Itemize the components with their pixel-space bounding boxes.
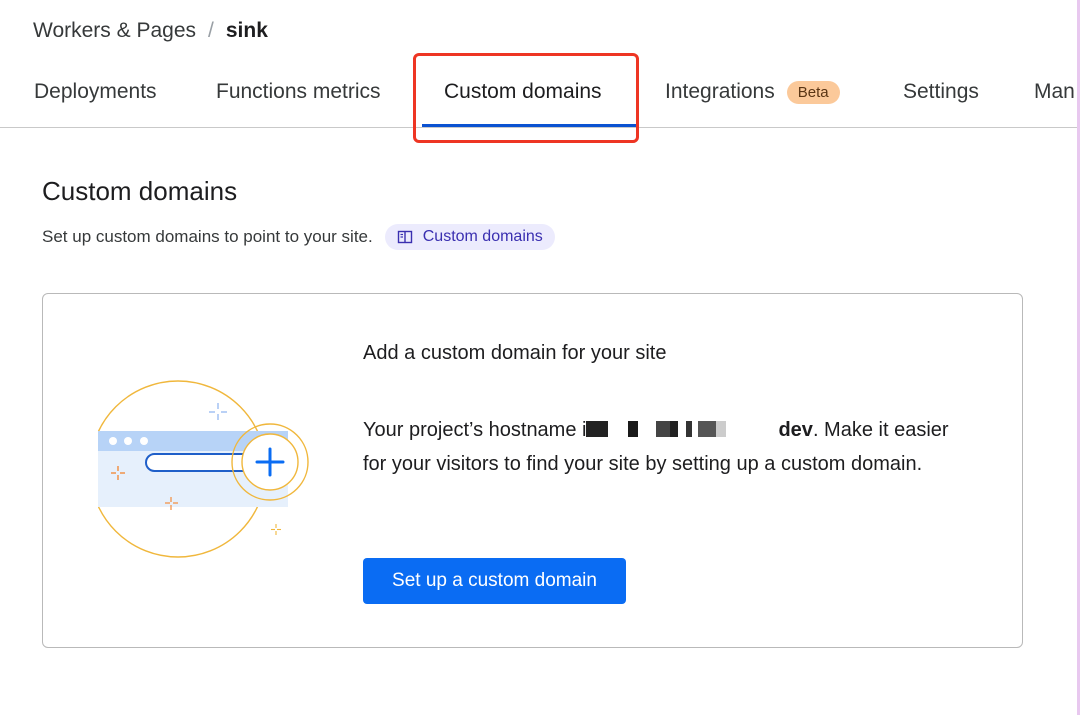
annotation-highlight-box — [413, 53, 639, 143]
card-body: Your project’s hostname i dev. Make it ea… — [363, 413, 963, 481]
tab-deployments[interactable]: Deployments — [34, 80, 157, 104]
book-icon — [397, 230, 413, 244]
tab-integrations-label: Integrations — [665, 80, 775, 103]
custom-domain-illustration — [89, 374, 328, 574]
tab-functions-metrics[interactable]: Functions metrics — [216, 80, 381, 104]
docs-link-pill[interactable]: Custom domains — [384, 224, 555, 250]
breadcrumb-separator: / — [208, 19, 214, 42]
tab-settings[interactable]: Settings — [903, 80, 979, 104]
redacted-hostname — [586, 421, 777, 437]
breadcrumb-current: sink — [225, 19, 268, 42]
hostname-suffix: dev — [778, 419, 813, 441]
browser-plus-illustration-icon — [89, 380, 309, 558]
tab-manage[interactable]: Man — [1034, 80, 1075, 104]
breadcrumb: Workers & Pages / sink — [33, 19, 268, 43]
section-description: Set up custom domains to point to your s… — [42, 224, 555, 250]
empty-state-card: Add a custom domain for your site Your p… — [42, 293, 1023, 648]
beta-badge: Beta — [786, 80, 840, 104]
page: Workers & Pages / sink Deployments Funct… — [0, 0, 1080, 715]
card-body-prefix: Your project’s hostname i — [363, 419, 587, 441]
tab-integrations[interactable]: Integrations Beta — [665, 80, 840, 104]
card-heading: Add a custom domain for your site — [363, 342, 667, 364]
breadcrumb-parent[interactable]: Workers & Pages — [33, 19, 196, 43]
description-text: Set up custom domains to point to your s… — [42, 227, 373, 246]
set-up-custom-domain-button[interactable]: Set up a custom domain — [363, 558, 626, 604]
page-title: Custom domains — [42, 176, 238, 206]
docs-link-label: Custom domains — [422, 228, 543, 245]
